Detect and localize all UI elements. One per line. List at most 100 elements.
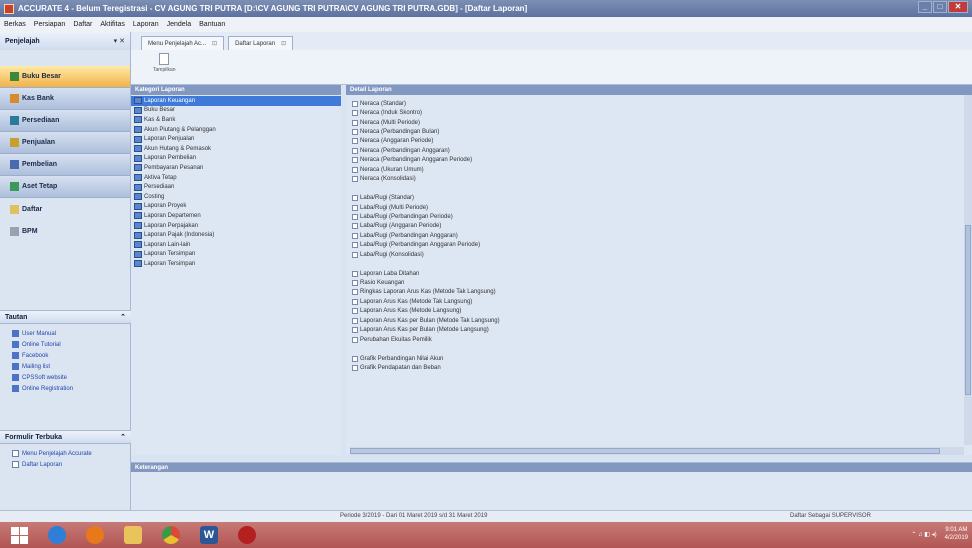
kategori-item[interactable]: Laporan Departemen	[131, 211, 341, 221]
taskbar-word[interactable]: W	[190, 522, 228, 548]
detail-item[interactable]: Laporan Arus Kas (Metode Tak Langsung)	[352, 297, 972, 306]
detail-item[interactable]: Neraca (Standar)	[352, 99, 972, 108]
detail-item[interactable]: Neraca (Perbandingan Bulan)	[352, 127, 972, 136]
taskbar-chrome[interactable]	[152, 522, 190, 548]
period-status: Periode 3/2019 - Dari 01 Maret 2019 s/d …	[340, 513, 488, 519]
tab-menu-penjelajah[interactable]: Menu Penjelajah Ac... ⊡	[141, 36, 225, 50]
detail-item[interactable]: Laporan Arus Kas per Bulan (Metode Langs…	[352, 326, 972, 335]
penjualan-icon	[10, 138, 19, 147]
kategori-item[interactable]: Akun Piutang & Pelanggan	[131, 125, 341, 135]
close-icon[interactable]: ⊡	[281, 40, 286, 47]
menu-aktifitas[interactable]: Aktifitas	[100, 21, 125, 28]
kategori-item[interactable]: Laporan Tersimpan	[131, 250, 341, 260]
tampilkan-button[interactable]: Tampilkan	[153, 53, 176, 73]
nav-penjualan[interactable]: Penjualan	[0, 132, 130, 154]
explorer-controls[interactable]: ▾ ✕	[114, 37, 125, 45]
maximize-button[interactable]: □	[933, 1, 947, 13]
link-user-manual[interactable]: User Manual	[0, 328, 131, 339]
nav-buku-besar[interactable]: Buku Besar	[0, 66, 130, 88]
horizontal-scrollbar[interactable]	[350, 447, 964, 455]
detail-item[interactable]: Laporan Arus Kas per Bulan (Metode Tak L…	[352, 316, 972, 325]
kategori-item[interactable]: Aktiva Tetap	[131, 173, 341, 183]
nav-bpm[interactable]: BPM	[0, 220, 130, 242]
kategori-item[interactable]: Pembayaran Pesanan	[131, 163, 341, 173]
kategori-item[interactable]: Laporan Lain-lain	[131, 240, 341, 250]
minimize-button[interactable]: _	[918, 1, 932, 13]
report-folder-icon	[134, 183, 142, 191]
detail-item[interactable]: Laba/Rugi (Perbandingan Anggaran)	[352, 231, 972, 240]
detail-item[interactable]: Laba/Rugi (Multi Periode)	[352, 203, 972, 212]
detail-item[interactable]: Laba/Rugi (Konsolidasi)	[352, 250, 972, 259]
link-online-tutorial[interactable]: Online Tutorial	[0, 339, 131, 350]
clock[interactable]: 9:01 AM 4/2/2019	[945, 526, 968, 542]
detail-item[interactable]: Laporan Arus Kas (Metode Langsung)	[352, 307, 972, 316]
detail-item[interactable]: Laba/Rugi (Perbandingan Periode)	[352, 212, 972, 221]
detail-item[interactable]: Neraca (Multi Periode)	[352, 118, 972, 127]
detail-item[interactable]: Laba/Rugi (Perbandingan Anggaran Periode…	[352, 241, 972, 250]
close-icon[interactable]: ⊡	[212, 40, 217, 47]
menu-persiapan[interactable]: Persiapan	[34, 21, 66, 28]
menu-laporan[interactable]: Laporan	[133, 21, 159, 28]
detail-item[interactable]: Neraca (Perbandingan Anggaran)	[352, 146, 972, 155]
link-daftar-laporan[interactable]: Daftar Laporan	[0, 459, 131, 470]
tab-daftar-laporan[interactable]: Daftar Laporan ⊡	[228, 36, 294, 50]
menu-bar: Berkas Persiapan Daftar Aktifitas Lapora…	[0, 17, 972, 32]
taskbar-file-explorer[interactable]	[114, 522, 152, 548]
scroll-thumb[interactable]	[350, 448, 940, 454]
report-document-icon	[352, 317, 358, 324]
nav-persediaan[interactable]: Persediaan	[0, 110, 130, 132]
detail-item[interactable]: Laba/Rugi (Standar)	[352, 193, 972, 202]
nav-aset-tetap[interactable]: Aset Tetap	[0, 176, 130, 198]
detail-item[interactable]: Rasio Keuangan	[352, 278, 972, 287]
link-facebook[interactable]: Facebook	[0, 350, 131, 361]
kategori-item[interactable]: Costing	[131, 192, 341, 202]
nav-pembelian[interactable]: Pembelian	[0, 154, 130, 176]
scroll-thumb[interactable]	[965, 225, 971, 395]
kategori-item[interactable]: Laporan Tersimpan	[131, 259, 341, 269]
kategori-label: Laporan Pembelian	[144, 155, 197, 162]
collapse-icon[interactable]: ⌃	[120, 433, 126, 441]
detail-item[interactable]: Neraca (Induk Skontro)	[352, 108, 972, 117]
menu-bantuan[interactable]: Bantuan	[199, 21, 225, 28]
nav-kas-bank[interactable]: Kas Bank	[0, 88, 130, 110]
detail-item[interactable]: Grafik Perbandingan Nilai Akun	[352, 354, 972, 363]
kategori-item[interactable]: Persediaan	[131, 182, 341, 192]
detail-item[interactable]: Perubahan Ekuitas Pemilik	[352, 335, 972, 344]
kategori-item[interactable]: Laporan Keuangan	[131, 96, 341, 106]
vertical-scrollbar[interactable]	[964, 95, 972, 445]
taskbar-accurate[interactable]	[228, 522, 266, 548]
link-mailing-list[interactable]: Mailing list	[0, 361, 131, 372]
taskbar-firefox[interactable]	[76, 522, 114, 548]
detail-item[interactable]: Laporan Laba Ditahan	[352, 269, 972, 278]
detail-item[interactable]: Laba/Rugi (Anggaran Periode)	[352, 222, 972, 231]
tautan-title: Tautan	[5, 313, 28, 321]
detail-item[interactable]: Grafik Pendapatan dan Beban	[352, 363, 972, 372]
kategori-item[interactable]: Laporan Proyek	[131, 202, 341, 212]
detail-item[interactable]: Ringkas Laporan Arus Kas (Metode Tak Lan…	[352, 288, 972, 297]
collapse-icon[interactable]: ⌃	[120, 313, 126, 321]
kategori-item[interactable]: Laporan Penjualan	[131, 134, 341, 144]
link-menu-penjelajah-accurate[interactable]: Menu Penjelajah Accurate	[0, 448, 131, 459]
link-online-registration[interactable]: Online Registration	[0, 383, 131, 394]
report-folder-icon	[134, 145, 142, 153]
report-document-icon	[352, 213, 358, 220]
nav-daftar[interactable]: Daftar	[0, 198, 130, 220]
menu-jendela[interactable]: Jendela	[167, 21, 192, 28]
link-cpssoft-website[interactable]: CPSSoft website	[0, 372, 131, 383]
start-button[interactable]	[0, 522, 38, 548]
taskbar-internet-explorer[interactable]	[38, 522, 76, 548]
kategori-item[interactable]: Laporan Pajak (Indonesia)	[131, 230, 341, 240]
kategori-item[interactable]: Akun Hutang & Pemasok	[131, 144, 341, 154]
close-button[interactable]: ✕	[948, 1, 968, 13]
detail-item[interactable]: Neraca (Anggaran Periode)	[352, 137, 972, 146]
detail-item[interactable]: Neraca (Perbandingan Anggaran Periode)	[352, 156, 972, 165]
kategori-item[interactable]: Laporan Pembelian	[131, 154, 341, 164]
kategori-item[interactable]: Buku Besar	[131, 106, 341, 116]
menu-daftar[interactable]: Daftar	[73, 21, 92, 28]
detail-item[interactable]: Neraca (Ukuran Umum)	[352, 165, 972, 174]
menu-berkas[interactable]: Berkas	[4, 21, 26, 28]
kategori-item[interactable]: Laporan Perpajakan	[131, 221, 341, 231]
kategori-item[interactable]: Kas & Bank	[131, 115, 341, 125]
detail-item[interactable]: Neraca (Konsolidasi)	[352, 175, 972, 184]
tray-icons[interactable]: ⌃ ♫ ◧ ◂)	[911, 531, 936, 538]
